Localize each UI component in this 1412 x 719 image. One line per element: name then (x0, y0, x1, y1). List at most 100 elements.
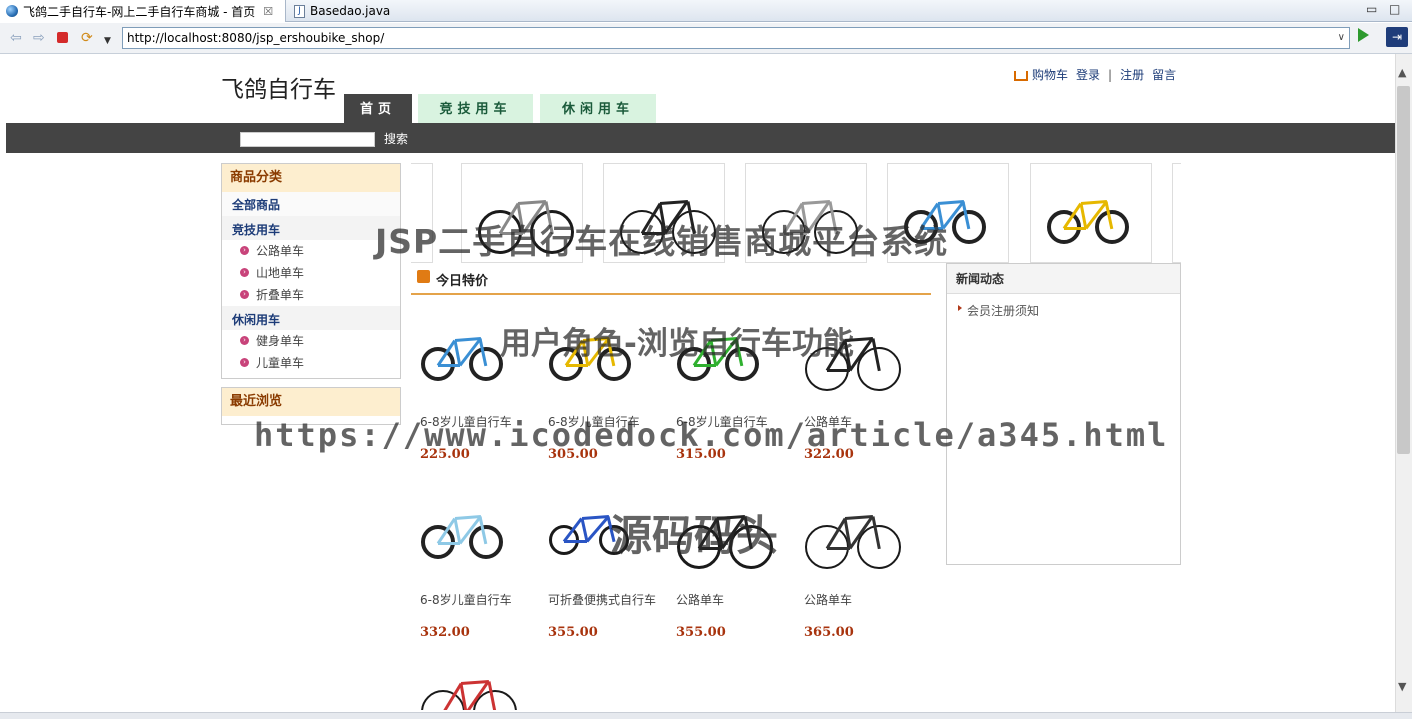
news-item[interactable]: 会员注册须知 (947, 302, 1180, 319)
external-browser-icon[interactable]: ⇥ (1386, 27, 1408, 47)
refresh-icon[interactable]: ⟳ (81, 30, 93, 46)
category-group-leisure[interactable]: 休闲用车 (222, 306, 400, 330)
go-icon[interactable] (1358, 28, 1369, 42)
browser-tab-shop[interactable]: 飞鸽二手自行车-网上二手自行车商城 - 首页 ☒ (0, 0, 286, 22)
scrollbar-thumb[interactable] (1397, 86, 1410, 454)
product-name[interactable]: 6-8岁儿童自行车 (676, 413, 768, 430)
product-card[interactable]: 6-8岁儿童自行车 315.00 (667, 317, 782, 462)
product-price: 305.00 (548, 447, 598, 462)
link-separator: | (1108, 67, 1113, 82)
product-card[interactable]: 6-8岁儿童自行车 225.00 (411, 317, 526, 462)
bike-frame (921, 227, 943, 230)
product-name[interactable]: 6-8岁儿童自行车 (420, 591, 512, 608)
stop-icon[interactable] (57, 32, 68, 43)
category-road-bike[interactable]: › 公路单车 (222, 240, 400, 262)
category-group-racing[interactable]: 竞技用车 (222, 216, 400, 240)
nav-tab-leisure-bikes[interactable]: 休闲用车 (540, 94, 656, 124)
site-logo[interactable]: 飞鸽自行车 (221, 70, 336, 104)
product-image[interactable] (667, 317, 782, 407)
category-mountain-bike[interactable]: › 山地单车 (222, 262, 400, 284)
category-kids-bike[interactable]: › 儿童单车 (222, 352, 400, 374)
top-links: 购物车 登录 | 注册 留言 (1014, 66, 1176, 83)
nav-bar (6, 123, 1395, 153)
product-image[interactable] (411, 660, 526, 710)
product-image[interactable] (539, 317, 654, 407)
close-icon[interactable]: ☒ (263, 5, 273, 18)
carousel-item[interactable] (1172, 163, 1181, 263)
category-label: 山地单车 (256, 266, 305, 280)
nav-tab-racing-bikes[interactable]: 竞技用车 (418, 94, 533, 124)
back-icon[interactable]: ⇦ (10, 30, 22, 46)
carousel-item[interactable] (1030, 163, 1152, 263)
product-image[interactable] (539, 495, 654, 585)
search-button[interactable]: 搜索 (384, 132, 408, 147)
forward-icon[interactable]: ⇨ (33, 30, 45, 46)
bullet-icon: › (240, 268, 249, 277)
product-card[interactable]: 公路单车 355.00 (667, 495, 782, 640)
news-panel: 新闻动态 会员注册须知 (946, 263, 1181, 565)
product-image[interactable] (411, 317, 526, 407)
today-special-title: 今日特价 (436, 274, 489, 289)
product-image[interactable] (795, 317, 910, 407)
scroll-up-icon[interactable]: ▲ (1398, 66, 1406, 79)
carousel-item[interactable] (411, 163, 433, 263)
maximize-icon[interactable]: □ (1389, 2, 1400, 16)
arrow-right-icon (958, 305, 962, 311)
product-image[interactable] (411, 495, 526, 585)
product-name[interactable]: 公路单车 (804, 413, 852, 430)
category-all[interactable]: 全部商品 (222, 192, 400, 216)
product-name[interactable]: 6-8岁儿童自行车 (420, 413, 512, 430)
browser-tab-title: Basedao.java (310, 4, 391, 18)
chevron-down-icon[interactable]: ∨ (1338, 28, 1345, 48)
product-card[interactable]: 6-8岁儿童自行车 305.00 (539, 317, 654, 462)
product-card[interactable] (411, 660, 526, 710)
news-item-label: 会员注册须知 (967, 304, 1040, 318)
product-name[interactable]: 6-8岁儿童自行车 (548, 413, 640, 430)
product-image[interactable] (667, 495, 782, 585)
product-name[interactable]: 可折叠便携式自行车 (548, 591, 656, 608)
browser-tab-bar: 飞鸽二手自行车-网上二手自行车商城 - 首页 ☒ J Basedao.java … (0, 0, 1412, 22)
browser-tab-basedao[interactable]: J Basedao.java (288, 0, 398, 22)
status-bar (0, 712, 1412, 719)
bullet-icon: › (240, 358, 249, 367)
cart-label: 购物车 (1032, 68, 1069, 82)
carousel-item[interactable] (745, 163, 867, 263)
nav-tab-home[interactable]: 首页 (344, 94, 412, 124)
product-price: 315.00 (676, 447, 726, 462)
bike-frame (438, 364, 460, 367)
carousel-item[interactable] (603, 163, 725, 263)
bike-frame (642, 232, 666, 235)
chevron-down-icon[interactable]: ▼ (104, 33, 111, 49)
product-carousel[interactable] (411, 163, 1181, 263)
product-image[interactable] (795, 495, 910, 585)
category-folding-bike[interactable]: › 折叠单车 (222, 284, 400, 306)
browser-toolbar: ⇦ ⇨ ⟳ ▼ http://localhost:8080/jsp_ershou… (0, 23, 1412, 54)
url-input[interactable]: http://localhost:8080/jsp_ershoubike_sho… (122, 27, 1350, 49)
carousel-item[interactable] (887, 163, 1009, 263)
category-fitness-bike[interactable]: › 健身单车 (222, 330, 400, 352)
bike-frame (564, 540, 587, 543)
bike-wheel (421, 690, 465, 710)
globe-icon (6, 5, 18, 17)
product-name[interactable]: 公路单车 (676, 591, 724, 608)
bullet-icon: › (240, 336, 249, 345)
register-link[interactable]: 注册 (1120, 66, 1144, 83)
product-name[interactable]: 公路单车 (804, 591, 852, 608)
product-card[interactable]: 6-8岁儿童自行车 332.00 (411, 495, 526, 640)
recent-title: 最近浏览 (222, 388, 400, 416)
search-input[interactable] (240, 132, 375, 147)
cart-link[interactable]: 购物车 (1014, 66, 1068, 83)
scroll-down-icon[interactable]: ▼ (1398, 680, 1406, 693)
product-card[interactable]: 公路单车 322.00 (795, 317, 910, 462)
cart-icon (1014, 70, 1028, 81)
message-link[interactable]: 留言 (1152, 66, 1176, 83)
bike-frame (694, 364, 716, 367)
product-card[interactable]: 可折叠便携式自行车 355.00 (539, 495, 656, 640)
minimize-icon[interactable]: ▭ (1366, 2, 1377, 16)
category-label: 儿童单车 (256, 356, 305, 370)
carousel-item[interactable] (461, 163, 583, 263)
recent-viewed-panel: 最近浏览 (221, 387, 401, 425)
login-link[interactable]: 登录 (1076, 66, 1100, 83)
product-card[interactable]: 公路单车 365.00 (795, 495, 910, 640)
product-price: 365.00 (804, 625, 854, 640)
